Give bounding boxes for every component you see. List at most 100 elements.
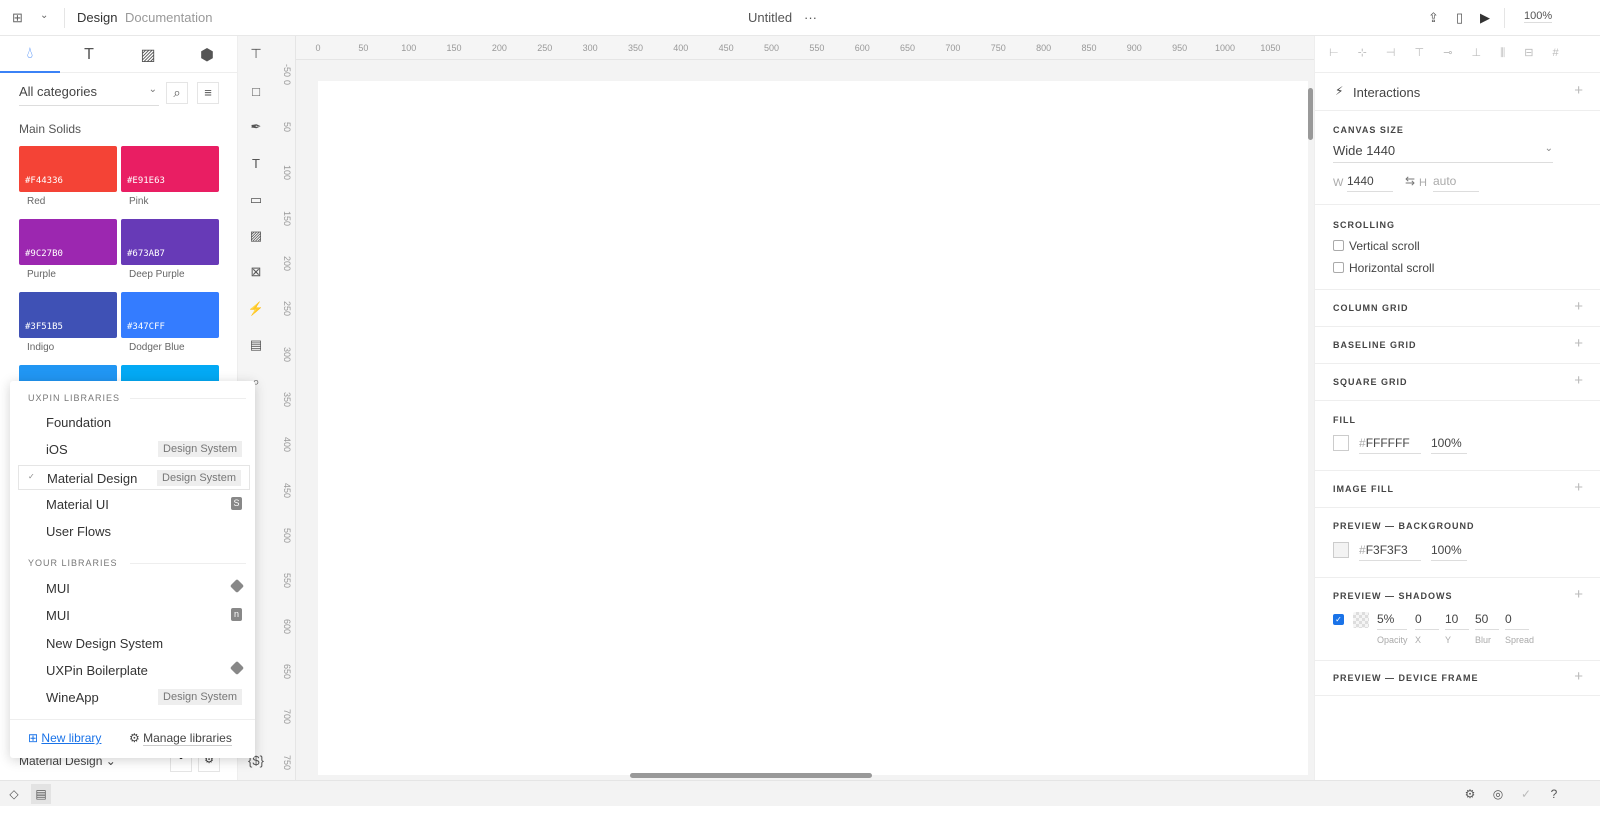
list-view-button[interactable]: ≡ xyxy=(197,82,219,104)
add-image-fill-button[interactable]: + xyxy=(1574,479,1583,496)
shadow-opacity-input[interactable]: 5% xyxy=(1377,612,1407,630)
export-icon[interactable]: ⇪ xyxy=(1428,10,1439,26)
section-header: SQUARE GRID xyxy=(1333,377,1408,387)
category-select[interactable]: All categories ⌄ xyxy=(19,84,159,106)
library-item[interactable]: MUI xyxy=(18,576,250,601)
width-input[interactable]: 1440 xyxy=(1347,174,1393,192)
swatch-hex: #9C27B0 xyxy=(25,249,63,259)
more-icon[interactable]: ··· xyxy=(804,10,817,25)
add-shadow-button[interactable]: + xyxy=(1574,586,1583,603)
vertical-scroll-checkbox[interactable] xyxy=(1333,240,1344,251)
color-swatch[interactable]: #E91E63 xyxy=(121,146,219,192)
category-value: All categories xyxy=(19,84,98,99)
search-button[interactable]: ⌕ xyxy=(166,82,188,104)
chevron-down-icon[interactable]: ⌄ xyxy=(40,10,48,21)
library-item[interactable]: New Design System xyxy=(18,631,250,656)
color-swatch[interactable]: #3F51B5 xyxy=(19,292,117,338)
color-swatch[interactable]: #F44336 xyxy=(19,146,117,192)
tab-documentation[interactable]: Documentation xyxy=(125,10,212,25)
components-tool-icon[interactable]: ⊠ xyxy=(246,262,266,282)
background-color-swatch[interactable] xyxy=(1333,542,1349,558)
rectangle-tool-icon[interactable]: □ xyxy=(246,81,266,101)
ruler-label: 500 xyxy=(764,43,780,53)
library-item[interactable]: WineApp Design System xyxy=(18,685,250,710)
interactions-tool-icon[interactable]: ⚡ xyxy=(246,299,266,319)
horizontal-scrollbar[interactable] xyxy=(630,773,872,778)
library-item[interactable]: MUI n xyxy=(18,603,250,628)
width-label: W xyxy=(1333,177,1344,189)
shadow-y-input[interactable]: 10 xyxy=(1445,612,1469,630)
pages-icon[interactable]: ▤ xyxy=(31,784,51,804)
vertical-scroll-label: Vertical scroll xyxy=(1349,239,1420,253)
shadow-spread-input[interactable]: 0 xyxy=(1505,612,1529,630)
color-swatch[interactable]: #347CFF xyxy=(121,292,219,338)
vertical-scrollbar[interactable] xyxy=(1308,88,1313,140)
add-column-grid-button[interactable]: + xyxy=(1574,298,1583,315)
color-swatch[interactable]: #9C27B0 xyxy=(19,219,117,265)
color-swatch[interactable]: #673AB7 xyxy=(121,219,219,265)
ruler-label: 650 xyxy=(282,664,292,680)
canvas-preset-select[interactable]: Wide 1440 ⌄ xyxy=(1333,143,1553,163)
section-header: FILL xyxy=(1333,415,1356,425)
preset-value: Wide 1440 xyxy=(1333,143,1396,158)
fill-hex-input[interactable]: FFFFFF xyxy=(1366,436,1410,450)
library-item[interactable]: UXPin Boilerplate xyxy=(18,658,250,683)
horizontal-scroll-checkbox[interactable] xyxy=(1333,262,1344,273)
shadow-color-swatch[interactable] xyxy=(1353,612,1369,628)
horizontal-ruler: -500501001502002503003504004505005506006… xyxy=(274,36,1314,60)
shadow-enabled-checkbox[interactable]: ✓ xyxy=(1333,614,1344,625)
plus-square-icon: ⊞ xyxy=(28,731,39,745)
add-baseline-grid-button[interactable]: + xyxy=(1574,335,1583,352)
zoom-level[interactable]: 100% xyxy=(1524,10,1553,23)
library-item[interactable]: ✓ Material Design Design System xyxy=(18,464,250,490)
colors-tab-icon[interactable]: 💧︎ xyxy=(0,36,60,73)
library-item[interactable]: Foundation xyxy=(18,410,250,435)
new-library-button[interactable]: ⊞ New library xyxy=(28,731,101,745)
height-input[interactable]: auto xyxy=(1433,174,1479,192)
text-tool-icon[interactable]: T xyxy=(246,153,266,173)
background-opacity-input[interactable]: 100% xyxy=(1431,543,1467,561)
add-interaction-button[interactable]: + xyxy=(1574,82,1583,99)
library-item[interactable]: iOS Design System xyxy=(18,437,250,462)
device-preview-icon[interactable]: ▯ xyxy=(1456,10,1463,26)
shadow-x-input[interactable]: 0 xyxy=(1415,612,1439,630)
swap-icon[interactable]: ⇆ xyxy=(1405,174,1415,188)
add-device-frame-button[interactable]: + xyxy=(1574,668,1583,685)
shadow-blur-input[interactable]: 50 xyxy=(1475,612,1499,630)
check-circle-icon[interactable]: ✓ xyxy=(1516,784,1536,804)
ruler-label: 100 xyxy=(401,43,417,53)
library-item[interactable]: Material UI S xyxy=(18,492,250,517)
fill-opacity-input[interactable]: 100% xyxy=(1431,436,1467,454)
swatch-hex: #673AB7 xyxy=(127,249,165,259)
add-square-grid-button[interactable]: + xyxy=(1574,372,1583,389)
ruler-label: -50 xyxy=(282,64,292,78)
manage-libraries-label: Manage libraries xyxy=(143,731,232,746)
accessibility-icon[interactable]: ◎ xyxy=(1488,784,1508,804)
pen-tool-icon[interactable]: ✒ xyxy=(246,117,266,137)
artboard[interactable] xyxy=(318,81,1308,775)
image-tool-icon[interactable]: ▨ xyxy=(246,226,266,246)
ruler-label: 150 xyxy=(282,210,292,226)
library-name: MUI xyxy=(46,608,70,624)
components-tab-icon[interactable]: ⬢ xyxy=(177,36,237,73)
image-tab-icon[interactable]: ▨ xyxy=(118,36,178,73)
comment-tool-icon[interactable]: ▤ xyxy=(246,335,266,355)
apps-grid-icon[interactable]: ⊞ xyxy=(12,10,23,26)
settings-panel-icon[interactable]: ⚙ xyxy=(1460,784,1480,804)
manage-libraries-button[interactable]: ⚙ Manage libraries xyxy=(129,731,232,746)
library-item[interactable]: User Flows xyxy=(18,519,250,544)
text-box-tool-icon[interactable]: ⊤ xyxy=(246,44,266,64)
swatch-name: Deep Purple xyxy=(129,269,185,280)
tab-design[interactable]: Design xyxy=(77,10,117,25)
help-icon[interactable]: ? xyxy=(1544,784,1564,804)
ruler-label: 300 xyxy=(282,346,292,362)
typography-tab-icon[interactable]: T xyxy=(59,36,119,73)
input-tool-icon[interactable]: ▭ xyxy=(246,190,266,210)
align-icons[interactable]: ⊢ ⊹ ⊣ ⊤ ⊸ ⊥ ⫼ ⊟ # xyxy=(1329,46,1567,60)
document-title[interactable]: Untitled xyxy=(748,10,792,25)
background-hex-input[interactable]: F3F3F3 xyxy=(1366,543,1408,557)
layers-icon[interactable]: ◇ xyxy=(4,784,24,804)
library-name: User Flows xyxy=(46,524,112,540)
fill-color-swatch[interactable] xyxy=(1333,435,1349,451)
play-icon[interactable]: ▶ xyxy=(1480,10,1490,26)
